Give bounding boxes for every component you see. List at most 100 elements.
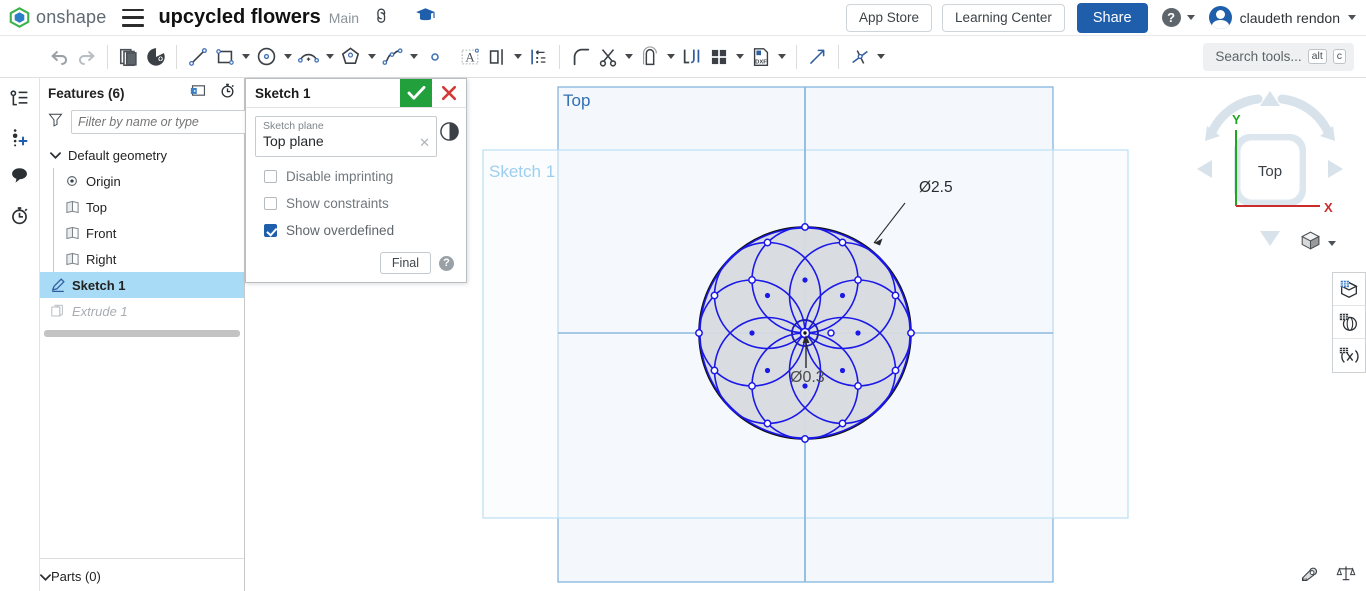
- offset-icon[interactable]: [636, 43, 663, 70]
- section-view-icon[interactable]: [1333, 339, 1365, 372]
- checkmark-icon[interactable]: [400, 79, 432, 107]
- sketch-pencil-icon: [48, 277, 68, 293]
- rollback-bar[interactable]: [44, 330, 240, 337]
- chevron-down-icon[interactable]: [774, 44, 789, 70]
- show-overdefined-checkbox[interactable]: [264, 224, 277, 237]
- view-cube[interactable]: Top Y X: [1190, 84, 1350, 254]
- graduation-cap-icon[interactable]: [415, 7, 436, 29]
- chevron-down-icon[interactable]: [40, 569, 51, 584]
- line-icon[interactable]: [184, 43, 211, 70]
- top-plane-label[interactable]: Top: [563, 91, 590, 110]
- app-store-button[interactable]: App Store: [846, 3, 933, 32]
- sketch-dialog[interactable]: Sketch 1 Sketch plane Top plane ✕ Disabl…: [245, 78, 467, 283]
- document-title[interactable]: upcycled flowers: [158, 6, 320, 29]
- parts-section-header[interactable]: Parts (0): [40, 561, 101, 591]
- cube-perspective-icon[interactable]: [1300, 230, 1321, 256]
- sketch-plane-history-icon[interactable]: [439, 121, 460, 147]
- fillet-icon[interactable]: [567, 43, 594, 70]
- outer-diameter-dimension[interactable]: Ø2.5: [919, 179, 953, 196]
- undo-icon[interactable]: [46, 43, 73, 70]
- hamburger-menu-icon[interactable]: [122, 8, 145, 27]
- comment-icon[interactable]: [6, 162, 34, 190]
- chevron-down-icon[interactable]: [663, 44, 678, 70]
- filter-funnel-icon[interactable]: [48, 112, 63, 132]
- display-state-icon[interactable]: [1333, 273, 1365, 306]
- sketch-plane-field[interactable]: Sketch plane Top plane ✕: [255, 116, 437, 157]
- chevron-down-icon[interactable]: [238, 44, 253, 70]
- search-input[interactable]: Search tools...: [1215, 49, 1301, 64]
- chevron-down-icon[interactable]: [621, 44, 636, 70]
- feature-item-sketch-1[interactable]: Sketch 1: [40, 272, 244, 298]
- chevron-down-icon[interactable]: [364, 44, 379, 70]
- inner-diameter-dimension[interactable]: Ø0.3: [790, 369, 825, 386]
- circle-icon[interactable]: [253, 43, 280, 70]
- feature-list-icon[interactable]: [6, 84, 34, 112]
- rectangle-icon[interactable]: [211, 43, 238, 70]
- sketch-paste-icon[interactable]: [142, 43, 169, 70]
- polygon-icon[interactable]: [337, 43, 364, 70]
- linear-pattern-icon[interactable]: [525, 43, 552, 70]
- left-rail: [0, 78, 40, 591]
- history-rollback-icon[interactable]: [219, 82, 236, 104]
- chevron-down-icon[interactable]: [406, 44, 421, 70]
- x-close-icon[interactable]: [432, 79, 466, 107]
- show-constraints-checkbox[interactable]: [264, 197, 277, 210]
- redo-icon[interactable]: [73, 43, 100, 70]
- features-filter-input[interactable]: [71, 110, 248, 134]
- render-mode-icon[interactable]: [1333, 306, 1365, 339]
- chevron-down-icon[interactable]: [873, 44, 888, 70]
- chevron-down-icon[interactable]: [322, 44, 337, 70]
- copy-icon[interactable]: [115, 43, 142, 70]
- branch-name[interactable]: Main: [329, 10, 359, 26]
- link-icon[interactable]: [367, 2, 399, 34]
- measure-tape-icon[interactable]: [1300, 563, 1320, 588]
- constraint-icon[interactable]: [846, 43, 873, 70]
- avatar[interactable]: [1208, 6, 1232, 29]
- add-folder-icon[interactable]: [190, 83, 207, 103]
- feature-item-front[interactable]: Front: [62, 220, 244, 246]
- feature-item-top[interactable]: Top: [62, 194, 244, 220]
- feature-item-origin[interactable]: Origin: [62, 168, 244, 194]
- feature-group-default-geometry[interactable]: Default geometry: [40, 142, 244, 168]
- chevron-down-icon[interactable]: [280, 44, 295, 70]
- learning-center-button[interactable]: Learning Center: [942, 3, 1065, 32]
- transform-grid-icon[interactable]: [705, 43, 732, 70]
- dxf-import-icon[interactable]: DXF: [747, 43, 774, 70]
- chevron-down-icon[interactable]: [732, 44, 747, 70]
- mirror-icon[interactable]: [483, 43, 510, 70]
- perspective-toggle[interactable]: [1300, 230, 1336, 256]
- username-label[interactable]: claudeth rendon: [1240, 10, 1340, 26]
- question-mark-icon: ?: [1161, 8, 1181, 27]
- show-constraints-row[interactable]: Show constraints: [255, 196, 457, 211]
- brand-name[interactable]: onshape: [36, 7, 106, 28]
- history-icon[interactable]: [6, 201, 34, 229]
- chevron-down-icon[interactable]: [46, 151, 64, 159]
- help-menu[interactable]: ?: [1161, 8, 1195, 27]
- onshape-logo-icon[interactable]: [8, 7, 30, 29]
- question-mark-icon[interactable]: ?: [439, 255, 454, 271]
- disable-imprinting-row[interactable]: Disable imprinting: [255, 169, 457, 184]
- final-button[interactable]: Final: [379, 252, 431, 274]
- extend-icon[interactable]: [804, 43, 831, 70]
- chevron-down-icon[interactable]: [510, 44, 525, 70]
- disable-imprinting-checkbox[interactable]: [264, 170, 277, 183]
- add-version-icon[interactable]: [6, 123, 34, 151]
- use-projection-icon[interactable]: [678, 43, 705, 70]
- sketch-label[interactable]: Sketch 1: [489, 162, 555, 181]
- search-tools-box[interactable]: Search tools... alt c: [1203, 42, 1354, 71]
- feature-item-right[interactable]: Right: [62, 246, 244, 272]
- arc-icon[interactable]: [295, 43, 322, 70]
- chevron-down-icon[interactable]: [1328, 240, 1336, 246]
- origin-dot: [803, 331, 807, 335]
- share-button[interactable]: Share: [1076, 2, 1148, 33]
- feature-item-extrude-1[interactable]: Extrude 1: [40, 298, 244, 324]
- spline-icon[interactable]: [379, 43, 406, 70]
- sketch-text-icon[interactable]: A: [456, 43, 483, 70]
- show-overdefined-row[interactable]: Show overdefined: [255, 223, 457, 238]
- chevron-down-icon: [1186, 15, 1195, 20]
- mass-properties-icon[interactable]: [1336, 563, 1356, 588]
- clear-x-icon[interactable]: ✕: [419, 135, 430, 151]
- chevron-down-icon[interactable]: [1348, 15, 1356, 20]
- point-icon[interactable]: [421, 43, 448, 70]
- trim-icon[interactable]: [594, 43, 621, 70]
